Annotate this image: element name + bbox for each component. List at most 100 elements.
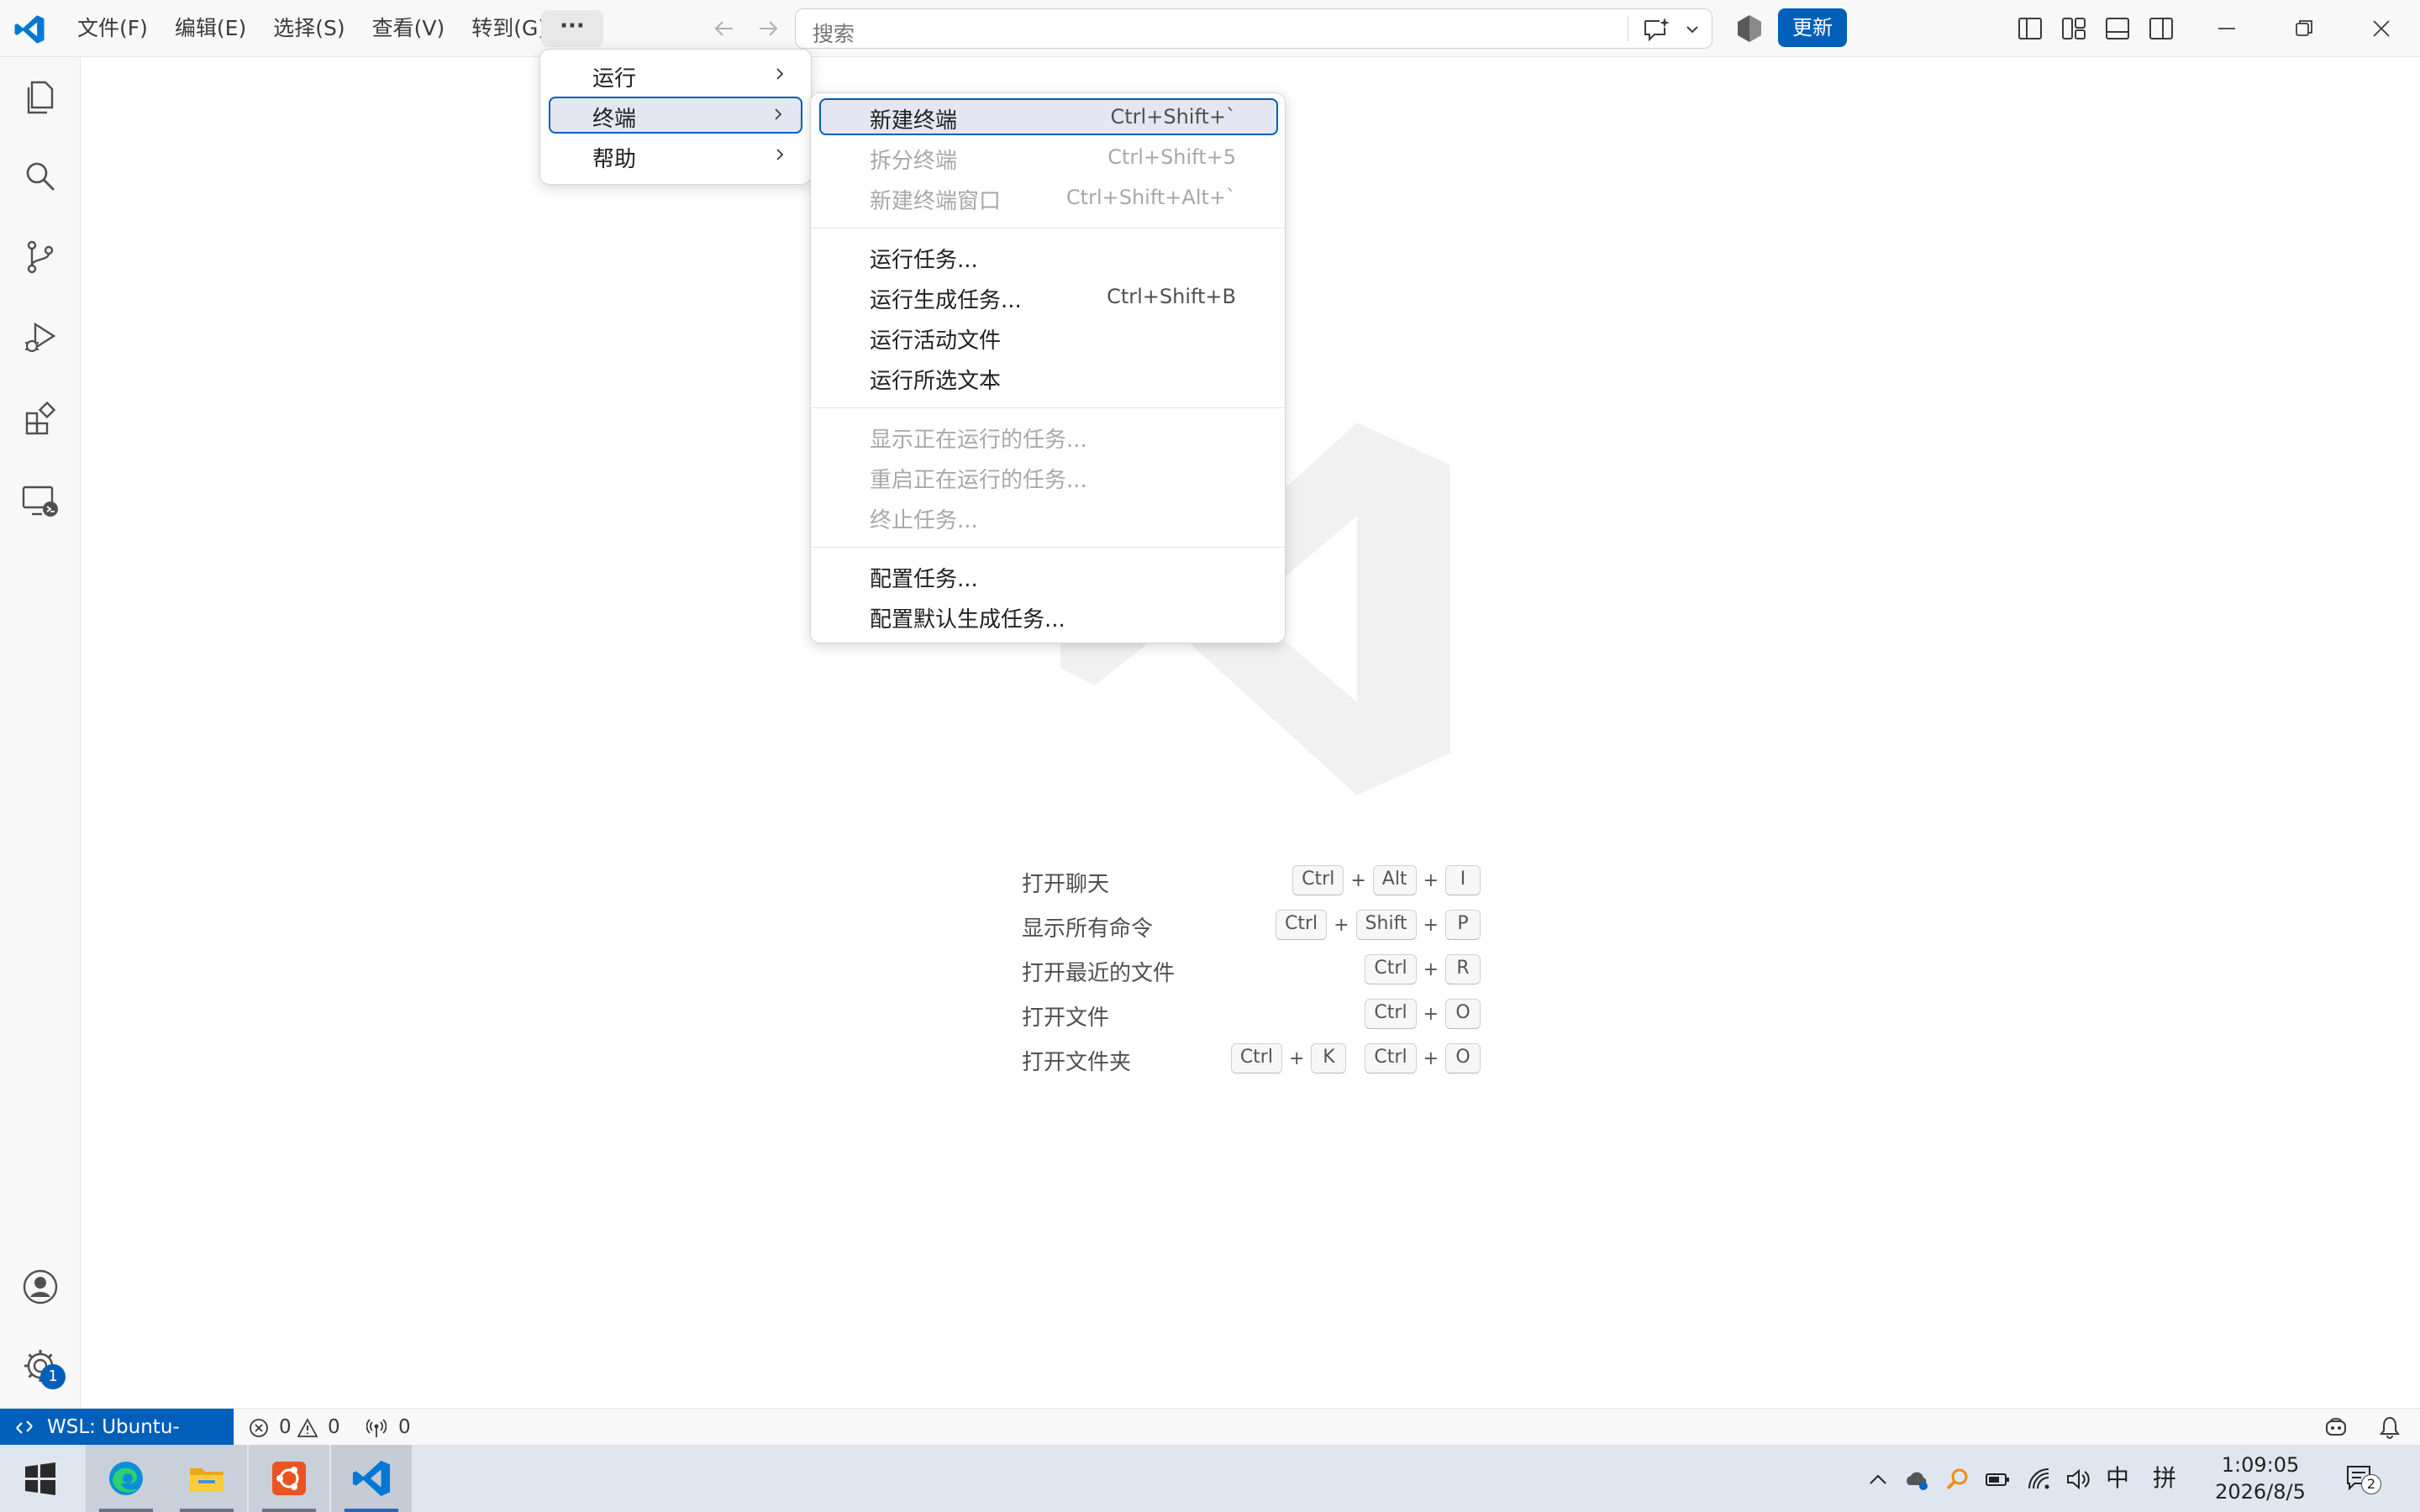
command-center-search[interactable]: 搜索 xyxy=(795,8,1712,49)
plus-sign: + xyxy=(1423,914,1439,936)
vscode-taskbar-icon xyxy=(352,1460,391,1497)
menu-item-label: 新建终端窗口 xyxy=(870,189,1002,214)
menu-item-shortcut: Ctrl+Shift+B xyxy=(1107,285,1236,308)
remote-explorer-icon[interactable] xyxy=(20,480,60,521)
taskbar-vscode[interactable] xyxy=(331,1445,412,1512)
keycap: Ctrl xyxy=(1292,865,1344,895)
shortcut-keys: Ctrl + Shift + P xyxy=(1275,908,1481,942)
menu-item-terminate-task: 终止任务... xyxy=(819,498,1278,535)
menu-file[interactable]: 文件(F) xyxy=(64,10,161,47)
menu-item-label: 运行所选文本 xyxy=(870,369,1002,394)
broadcast-icon xyxy=(366,1419,387,1437)
toggle-primary-sidebar-icon[interactable] xyxy=(2017,15,2044,42)
menu-item-run-task[interactable]: 运行任务... xyxy=(819,238,1278,275)
vscode-logo-icon xyxy=(14,15,45,44)
search-tray-icon[interactable] xyxy=(1944,1467,1970,1492)
update-button[interactable]: 更新 xyxy=(1778,8,1847,47)
source-control-icon[interactable] xyxy=(20,237,60,277)
toggle-secondary-sidebar-icon[interactable] xyxy=(2148,15,2175,42)
minimize-icon[interactable] xyxy=(2212,13,2242,44)
plus-sign: + xyxy=(1334,914,1349,936)
menu-item-restart-running-task: 重启正在运行的任务... xyxy=(819,458,1278,495)
copilot-icon[interactable] xyxy=(1733,12,1766,45)
taskbar-ubuntu[interactable] xyxy=(249,1445,329,1512)
menu-edit[interactable]: 编辑(E) xyxy=(161,10,260,47)
shortcut-label: 打开文件 xyxy=(1022,1005,1110,1031)
restore-icon[interactable] xyxy=(2289,13,2319,44)
search-icon[interactable] xyxy=(20,156,60,197)
keycap: O xyxy=(1445,999,1481,1029)
run-debug-icon[interactable] xyxy=(20,318,60,358)
chat-sparkle-icon[interactable] xyxy=(1641,16,1670,43)
menu-item-run-active-file[interactable]: 运行活动文件 xyxy=(819,318,1278,355)
plus-sign: + xyxy=(1423,869,1439,891)
taskbar-file-explorer[interactable] xyxy=(166,1445,247,1512)
wifi-icon[interactable] xyxy=(2027,1467,2052,1492)
menu-item-configure-default-build-task[interactable]: 配置默认生成任务... xyxy=(819,597,1278,634)
error-icon xyxy=(250,1419,268,1437)
ime-layout[interactable]: 拼 xyxy=(2153,1460,2176,1494)
menu-view[interactable]: 查看(V) xyxy=(359,10,459,47)
menu-item-run-build-task[interactable]: 运行生成任务... Ctrl+Shift+B xyxy=(819,278,1278,315)
shortcut-row: 打开最近的文件 Ctrl + R xyxy=(1022,953,1481,997)
search-placeholder: 搜索 xyxy=(813,22,855,46)
keycap: Alt xyxy=(1372,865,1417,895)
chevron-up-icon[interactable] xyxy=(1867,1467,1889,1492)
active-indicator xyxy=(345,1509,398,1512)
menu-item-label: 拆分终端 xyxy=(870,149,958,174)
shortcut-keys: Ctrl + Alt + I xyxy=(1292,864,1481,897)
settings-update-badge: 1 xyxy=(40,1364,66,1389)
shortcut-keys: Ctrl + K Ctrl + O xyxy=(1230,1042,1481,1075)
keycap: Shift xyxy=(1355,910,1417,940)
shortcut-row: 打开聊天 Ctrl + Alt + I xyxy=(1022,864,1481,908)
shortcut-label: 打开最近的文件 xyxy=(1022,961,1176,986)
running-indicator xyxy=(99,1509,153,1512)
battery-icon[interactable] xyxy=(1985,1467,2010,1492)
chevron-right-icon xyxy=(776,68,784,80)
customize-layout-icon[interactable] xyxy=(2060,15,2087,42)
extensions-icon[interactable] xyxy=(20,398,60,438)
explorer-icon[interactable] xyxy=(20,77,60,118)
keycap: K xyxy=(1311,1043,1347,1074)
menu-item-run[interactable]: 运行 xyxy=(549,56,802,93)
ime-mode[interactable]: 中 xyxy=(2106,1460,2129,1494)
bell-icon[interactable] xyxy=(2378,1415,2402,1439)
toggle-panel-icon[interactable] xyxy=(2104,15,2131,42)
chevron-down-icon[interactable] xyxy=(1683,20,1702,39)
menu-item-configure-tasks[interactable]: 配置任务... xyxy=(819,557,1278,594)
close-icon[interactable] xyxy=(2366,13,2396,44)
keycap: Ctrl xyxy=(1365,954,1417,984)
taskbar-clock[interactable]: 1:09:05 2026/8/5 xyxy=(2210,1452,2311,1505)
back-arrow-icon[interactable] xyxy=(711,15,738,42)
menu-separator xyxy=(811,547,1285,548)
menu-item-show-running-tasks: 显示正在运行的任务... xyxy=(819,417,1278,454)
menu-item-run-selected-text[interactable]: 运行所选文本 xyxy=(819,359,1278,396)
menu-item-label: 终端 xyxy=(592,107,637,132)
error-count: 0 xyxy=(279,1416,292,1438)
onedrive-icon[interactable] xyxy=(1904,1467,1929,1492)
start-button[interactable] xyxy=(0,1445,81,1512)
chevron-right-icon xyxy=(776,149,784,160)
plus-sign: + xyxy=(1423,1003,1439,1025)
more-menus-button[interactable]: ··· xyxy=(541,10,603,47)
menu-item-split-terminal: 拆分终端 Ctrl+Shift+5 xyxy=(819,139,1278,176)
menu-item-label: 帮助 xyxy=(592,147,637,172)
forward-arrow-icon[interactable] xyxy=(755,15,781,42)
menu-item-help[interactable]: 帮助 xyxy=(549,137,802,174)
menu-selection[interactable]: 选择(S) xyxy=(260,10,358,47)
menu-item-label: 运行生成任务... xyxy=(870,288,1022,313)
taskbar-edge[interactable] xyxy=(86,1445,166,1512)
accounts-icon[interactable] xyxy=(20,1267,60,1307)
menu-item-label: 重启正在运行的任务... xyxy=(870,468,1087,493)
menu-item-terminal[interactable]: 终端 xyxy=(549,97,802,134)
warning-icon xyxy=(297,1418,318,1437)
copilot-status-icon[interactable] xyxy=(2324,1415,2348,1439)
menu-item-label: 运行任务... xyxy=(870,248,978,273)
shortcut-row: 打开文件 Ctrl + O xyxy=(1022,997,1481,1042)
windows-logo-icon xyxy=(25,1462,55,1495)
menu-item-label: 显示正在运行的任务... xyxy=(870,428,1087,453)
keycap: O xyxy=(1445,1043,1481,1074)
menu-item-new-terminal[interactable]: 新建终端 Ctrl+Shift+` xyxy=(819,98,1278,135)
volume-icon[interactable] xyxy=(2065,1467,2091,1492)
remote-indicator[interactable]: WSL: Ubuntu-22.04 xyxy=(0,1409,234,1475)
